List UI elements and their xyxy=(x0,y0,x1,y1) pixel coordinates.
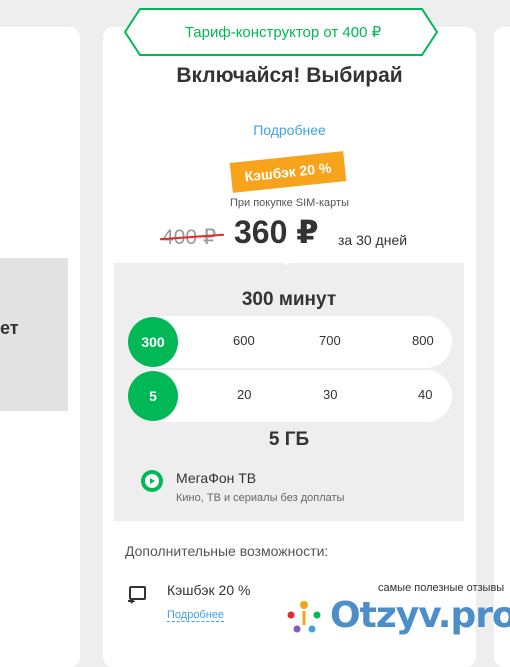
play-icon xyxy=(141,470,163,492)
extras-cashback-link[interactable]: Подробнее xyxy=(167,609,225,622)
gigabytes-option[interactable]: 20 xyxy=(237,387,251,402)
right-tariff-card xyxy=(494,27,510,667)
minutes-selected-knob[interactable]: 300 xyxy=(128,317,178,367)
tariff-title: Включайся! Выбирай xyxy=(176,64,403,87)
minutes-option[interactable]: 800 xyxy=(412,333,434,348)
tv-service-subtitle: Кино, ТВ и сериалы без доплаты xyxy=(176,492,345,504)
panel-notch xyxy=(279,257,295,265)
extras-cashback-label: Кэшбэк 20 % xyxy=(167,582,251,598)
minutes-title: 300 минут xyxy=(241,289,337,310)
gigabytes-selected-knob[interactable]: 5 xyxy=(128,371,178,421)
gigabytes-selector[interactable]: 5 20 30 40 xyxy=(128,370,452,422)
watermark-caption: самые полезные отзывы xyxy=(378,582,505,594)
watermark-brand: Otzyv.pro xyxy=(330,595,510,636)
watermark-logo-icon xyxy=(287,601,321,633)
gigabytes-title: 5 ГБ xyxy=(268,429,310,450)
minutes-selector[interactable]: 300 600 700 800 xyxy=(128,316,452,368)
cashback-icon xyxy=(128,586,146,604)
sim-note: При покупке SIM-карты xyxy=(229,197,349,209)
banner-text: Тариф-конструктор от 400 ₽ xyxy=(184,24,382,41)
extras-title: Дополнительные возможности: xyxy=(125,543,329,559)
left-card-partial-text: ет xyxy=(0,318,19,338)
price-period: за 30 дней xyxy=(338,232,408,248)
gigabytes-option[interactable]: 40 xyxy=(418,387,432,402)
more-link[interactable]: Подробнее xyxy=(103,122,476,138)
new-price: 360 ₽ xyxy=(234,214,319,250)
minutes-option[interactable]: 600 xyxy=(233,333,255,348)
tv-service-title: МегаФон ТВ xyxy=(176,470,257,486)
gigabytes-option[interactable]: 30 xyxy=(323,387,337,402)
minutes-option[interactable]: 700 xyxy=(319,333,341,348)
